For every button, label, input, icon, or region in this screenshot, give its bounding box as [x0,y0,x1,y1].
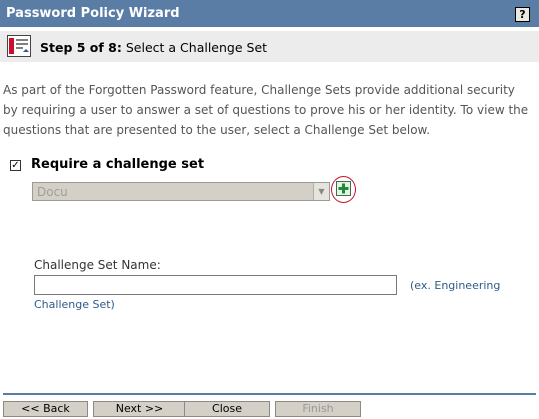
highlight-annotation [331,176,356,203]
window-title: Password Policy Wizard [6,6,180,21]
challenge-set-select-value: Docu [37,185,68,199]
back-button[interactable]: << Back [3,401,88,417]
step-number: Step 5 of 8: [40,40,122,55]
next-button[interactable]: Next >> [93,401,186,417]
step-title: Step 5 of 8: Select a Challenge Set [40,40,267,55]
description-text: As part of the Forgotten Password featur… [3,83,529,137]
close-button[interactable]: Close [184,401,270,417]
step-name: Select a Challenge Set [125,40,268,55]
challenge-set-select[interactable] [32,182,330,201]
challenge-set-name-label: Challenge Set Name: [34,258,161,272]
require-challenge-label: Require a challenge set [31,157,205,172]
challenge-set-name-hint-continued: Challenge Set) [34,298,115,311]
footer-divider [3,393,536,395]
chevron-down-icon[interactable]: ▼ [313,183,329,200]
wizard-step-icon [7,35,31,57]
require-challenge-checkbox[interactable]: ✓ [10,160,21,171]
challenge-set-name-input[interactable] [34,275,397,295]
help-button[interactable]: ? [515,7,530,22]
challenge-set-name-hint: (ex. Engineering [410,279,501,292]
finish-button[interactable]: Finish [275,401,361,417]
